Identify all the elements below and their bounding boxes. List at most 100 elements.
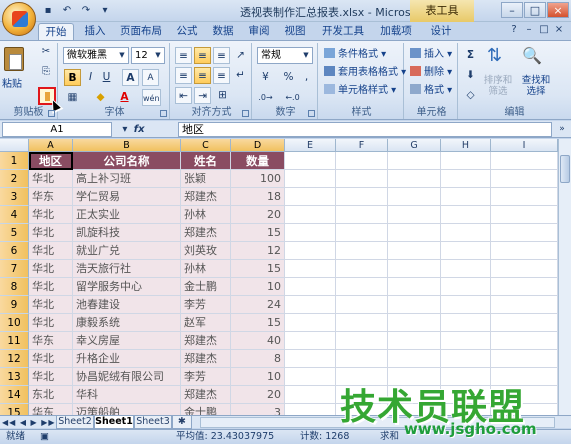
bold-button[interactable]: B — [64, 69, 81, 86]
find-select-label[interactable]: 查找和 选择 — [516, 75, 556, 97]
align-center-icon[interactable]: ≡ — [194, 67, 211, 84]
empty-cell[interactable] — [491, 224, 558, 242]
minimize-ribbon-icon[interactable]: – — [523, 24, 535, 35]
comma-button[interactable]: , — [298, 69, 315, 86]
empty-cell[interactable] — [336, 242, 388, 260]
empty-cell[interactable] — [336, 314, 388, 332]
find-select-icon[interactable]: 🔍 — [522, 47, 542, 64]
table-cell[interactable]: 100 — [231, 170, 285, 188]
empty-cell[interactable] — [491, 314, 558, 332]
sheet-tab-sheet2[interactable]: Sheet2 — [56, 416, 94, 429]
dialog-launcher-icon[interactable] — [308, 110, 315, 117]
tab-view[interactable]: 视图 — [280, 23, 310, 40]
row-header-8[interactable]: 8 — [0, 278, 29, 296]
align-middle-icon[interactable]: ≡ — [194, 47, 211, 64]
empty-cell[interactable] — [441, 152, 491, 170]
empty-cell[interactable] — [285, 386, 336, 404]
align-right-icon[interactable]: ≡ — [213, 67, 230, 84]
empty-cell[interactable] — [388, 188, 441, 206]
office-button[interactable] — [2, 2, 36, 36]
table-cell[interactable]: 浩天旅行社 — [73, 260, 181, 278]
cut-icon[interactable]: ✂ — [38, 45, 54, 59]
empty-cell[interactable] — [336, 152, 388, 170]
scrollbar-thumb[interactable] — [560, 155, 570, 183]
merge-center-icon[interactable]: ⊞ — [214, 87, 231, 104]
paste-button-label[interactable]: 粘贴 — [2, 75, 22, 90]
percent-button[interactable]: % — [280, 69, 297, 86]
empty-cell[interactable] — [336, 260, 388, 278]
empty-cell[interactable] — [388, 314, 441, 332]
table-cell[interactable]: 升格企业 — [73, 350, 181, 368]
table-cell[interactable]: 郑建杰 — [181, 386, 231, 404]
row-header-9[interactable]: 9 — [0, 296, 29, 314]
table-header-cell[interactable]: 数量 — [231, 152, 285, 170]
table-cell[interactable]: 12 — [231, 242, 285, 260]
empty-cell[interactable] — [388, 242, 441, 260]
insert-cells-button[interactable]: 插入 ▾ — [410, 47, 452, 63]
select-all-corner[interactable] — [0, 139, 29, 152]
tab-developer[interactable]: 开发工具 — [318, 23, 368, 40]
table-cell[interactable]: 康毅系统 — [73, 314, 181, 332]
empty-cell[interactable] — [336, 170, 388, 188]
fx-icon[interactable]: fx — [134, 124, 145, 135]
table-cell[interactable]: 就业广兑 — [73, 242, 181, 260]
table-cell[interactable]: 15 — [231, 224, 285, 242]
table-cell[interactable]: 华北 — [29, 350, 73, 368]
table-cell[interactable]: 孙林 — [181, 206, 231, 224]
dialog-launcher-icon[interactable] — [160, 110, 167, 117]
column-header-i[interactable]: I — [491, 139, 558, 152]
table-cell[interactable]: 华科 — [73, 386, 181, 404]
table-cell[interactable]: 正太实业 — [73, 206, 181, 224]
empty-cell[interactable] — [285, 242, 336, 260]
underline-button[interactable]: U — [98, 69, 115, 86]
empty-cell[interactable] — [491, 260, 558, 278]
table-header-cell[interactable]: 地区 — [29, 152, 73, 170]
table-cell[interactable]: 20 — [231, 386, 285, 404]
paste-icon[interactable] — [4, 47, 24, 71]
align-top-icon[interactable]: ≡ — [175, 47, 192, 64]
empty-cell[interactable] — [285, 368, 336, 386]
column-header-a[interactable]: A — [29, 139, 73, 152]
table-cell[interactable]: 40 — [231, 332, 285, 350]
vertical-scrollbar[interactable] — [558, 139, 571, 415]
table-cell[interactable]: 华北 — [29, 314, 73, 332]
empty-cell[interactable] — [336, 188, 388, 206]
empty-cell[interactable] — [388, 260, 441, 278]
table-cell[interactable]: 华北 — [29, 296, 73, 314]
column-header-b[interactable]: B — [73, 139, 181, 152]
column-header-c[interactable]: C — [181, 139, 231, 152]
empty-cell[interactable] — [441, 188, 491, 206]
table-cell[interactable]: 郑建杰 — [181, 332, 231, 350]
empty-cell[interactable] — [336, 332, 388, 350]
tab-insert[interactable]: 插入 — [80, 23, 110, 40]
table-cell[interactable]: 24 — [231, 296, 285, 314]
empty-cell[interactable] — [388, 296, 441, 314]
table-cell[interactable]: 郑建杰 — [181, 188, 231, 206]
table-cell[interactable]: 李芳 — [181, 368, 231, 386]
font-size-select[interactable]: 12 ▼ — [131, 47, 165, 64]
table-cell[interactable]: 20 — [231, 206, 285, 224]
empty-cell[interactable] — [336, 278, 388, 296]
empty-cell[interactable] — [441, 224, 491, 242]
wrap-text-icon[interactable]: ↵ — [232, 67, 249, 84]
row-header-10[interactable]: 10 — [0, 314, 29, 332]
table-cell[interactable]: 华北 — [29, 278, 73, 296]
empty-cell[interactable] — [491, 206, 558, 224]
table-cell[interactable]: 池春建设 — [73, 296, 181, 314]
tab-design[interactable]: 设计 — [426, 23, 456, 40]
currency-icon[interactable]: ¥ — [257, 69, 274, 86]
qat-customize-icon[interactable]: ▾ — [97, 3, 113, 18]
maximize-icon[interactable]: □ — [524, 2, 546, 18]
column-header-f[interactable]: F — [336, 139, 388, 152]
table-header-cell[interactable]: 公司名称 — [73, 152, 181, 170]
table-cell[interactable]: 高上补习班 — [73, 170, 181, 188]
empty-cell[interactable] — [285, 296, 336, 314]
row-header-12[interactable]: 12 — [0, 350, 29, 368]
clear-icon[interactable]: ◇ — [462, 87, 479, 104]
empty-cell[interactable] — [388, 152, 441, 170]
table-cell[interactable]: 学仁贸易 — [73, 188, 181, 206]
empty-cell[interactable] — [441, 350, 491, 368]
save-icon[interactable]: ▪ — [40, 3, 56, 18]
empty-cell[interactable] — [285, 206, 336, 224]
table-cell[interactable]: 金士鹏 — [181, 404, 231, 415]
